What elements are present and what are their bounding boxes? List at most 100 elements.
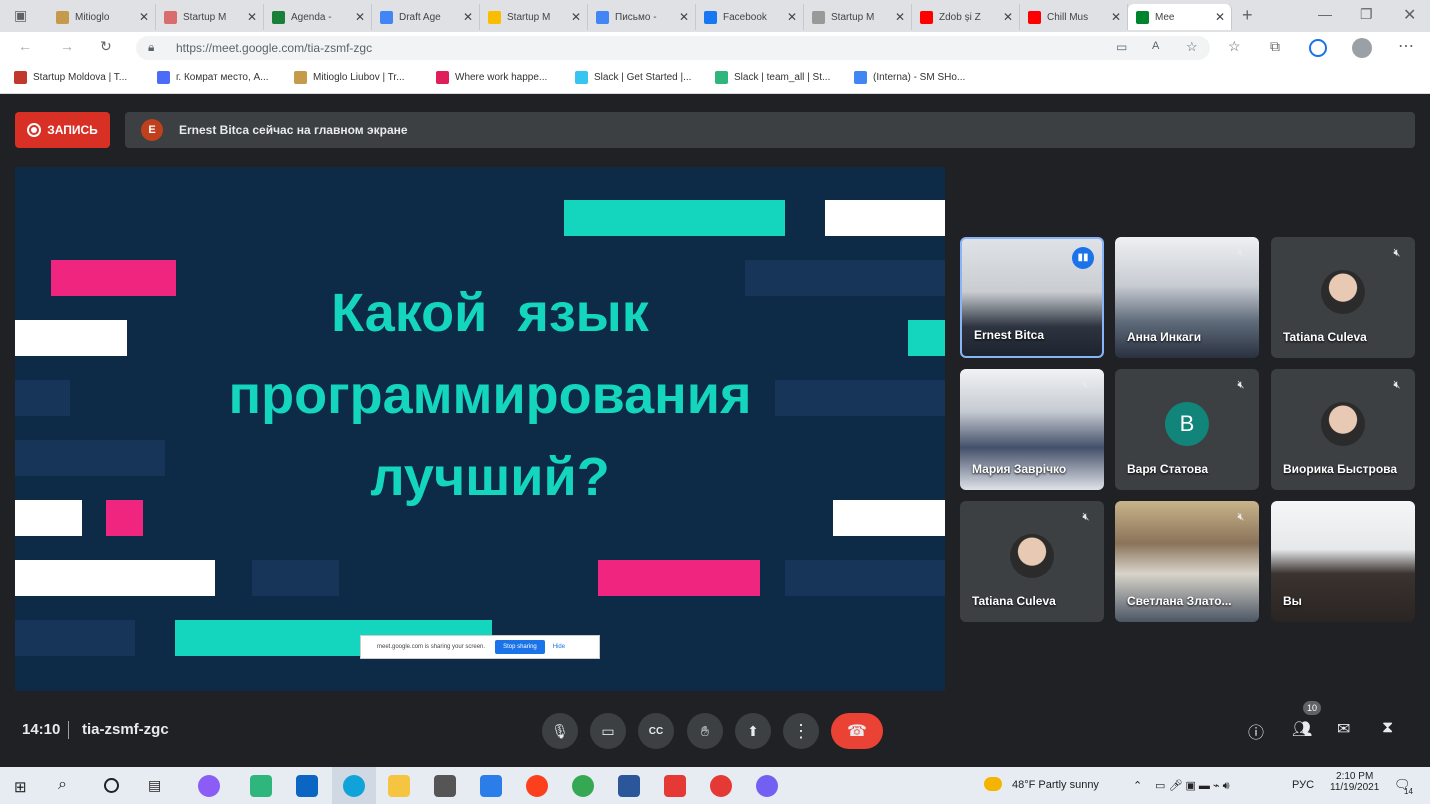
hide-button[interactable]: Hide xyxy=(553,644,565,650)
favorites-icon[interactable]: ☆ xyxy=(1228,38,1241,55)
tab-close-icon[interactable]: ✕ xyxy=(1003,10,1013,24)
tab-close-icon[interactable]: ✕ xyxy=(1111,10,1121,24)
browser-tab[interactable]: Startup M ✕ xyxy=(480,4,588,30)
tab-close-icon[interactable]: ✕ xyxy=(463,10,473,24)
bookmark-item[interactable]: Where work happe... xyxy=(436,71,547,84)
back-icon[interactable]: ← xyxy=(18,38,32,54)
participant-tile[interactable]: 🔇︎ Виорика Быстрова xyxy=(1271,369,1415,490)
collections-icon[interactable]: ⧉ xyxy=(1270,38,1280,55)
browser-tab[interactable]: Письмо - ✕ xyxy=(588,4,696,30)
chat-icon[interactable]: ✉︎ xyxy=(1337,719,1350,739)
yandex-icon[interactable] xyxy=(710,775,732,797)
meeting-details-icon[interactable]: ⓘ xyxy=(1248,719,1264,743)
task-view-icon[interactable]: ▤ xyxy=(148,777,161,794)
bookmark-item[interactable]: г. Комрат место, А... xyxy=(157,71,269,84)
tab-close-icon[interactable]: ✕ xyxy=(139,10,149,24)
browser-tab[interactable]: Mitioglo ✕ xyxy=(48,4,156,30)
reload-icon[interactable]: ↻ xyxy=(100,38,112,55)
windows-start-icon[interactable]: ⊞ xyxy=(14,778,27,796)
viber-icon[interactable] xyxy=(756,775,778,797)
present-button[interactable]: ⬆ xyxy=(735,713,771,749)
more-menu-icon[interactable]: ⋯ xyxy=(1398,36,1414,56)
participant-tile[interactable]: ▮▮ Ernest Bitca xyxy=(960,237,1104,358)
participant-tile[interactable]: B 🔇︎ Варя Статова xyxy=(1115,369,1259,490)
anydesk-icon[interactable] xyxy=(664,775,686,797)
edge-taskbar-icon[interactable] xyxy=(343,775,365,797)
browser-tab[interactable]: Mee ✕ xyxy=(1128,4,1232,30)
tray-icons[interactable]: ▭ 🎤︎ ▣ ▬ ⌁ 🔊︎ xyxy=(1155,779,1230,793)
tab-close-icon[interactable]: ✕ xyxy=(571,10,581,24)
activities-icon[interactable]: ⧗ xyxy=(1382,719,1393,737)
participant-avatar xyxy=(1321,401,1365,446)
yandex-browser-icon[interactable] xyxy=(526,775,548,797)
bookmark-label: Where work happe... xyxy=(455,72,548,83)
windows-taskbar: ⊞ ⌕ ▤ 48°F Partly sunny ⌃ ▭ 🎤︎ ▣ ▬ ⌁ 🔊︎ … xyxy=(0,767,1430,804)
tab-close-icon[interactable]: ✕ xyxy=(355,10,365,24)
close-window-icon[interactable]: ✕ xyxy=(1403,5,1416,25)
microphone-button[interactable]: 🎙︎ xyxy=(542,713,578,749)
tab-close-icon[interactable]: ✕ xyxy=(247,10,257,24)
tab-close-icon[interactable]: ✕ xyxy=(787,10,797,24)
bookmark-label: Mitioglo Liubov | Tr... xyxy=(313,72,405,83)
record-button[interactable]: ЗАПИСЬ xyxy=(15,112,110,148)
stop-sharing-button[interactable]: Stop sharing xyxy=(495,640,545,654)
tray-overflow-icon[interactable]: ⌃ xyxy=(1133,779,1142,792)
tab-close-icon[interactable]: ✕ xyxy=(679,10,689,24)
minimize-icon[interactable]: — xyxy=(1318,6,1332,22)
camera-button[interactable]: ▭ xyxy=(590,713,626,749)
presenter-notice-text: Ernest Bitca сейчас на главном экране xyxy=(179,123,408,137)
cortana-icon[interactable] xyxy=(104,778,119,793)
participant-tile[interactable]: 🔇︎ Tatiana Culeva xyxy=(960,501,1104,622)
participant-tile[interactable]: 🔇︎ Светлана Злато... xyxy=(1115,501,1259,622)
tab-close-icon[interactable]: ✕ xyxy=(1215,10,1225,24)
extension-icon[interactable] xyxy=(1309,39,1327,57)
browser-tab[interactable]: Agenda - ✕ xyxy=(264,4,372,30)
language-indicator[interactable]: РУС xyxy=(1292,779,1314,791)
more-options-button[interactable]: ⋮ xyxy=(783,713,819,749)
outlook-taskbar-icon[interactable] xyxy=(296,775,318,797)
tab-close-icon[interactable]: ✕ xyxy=(895,10,905,24)
leave-call-button[interactable]: ☎︎ xyxy=(831,713,883,749)
camera-icon[interactable]: ▭ xyxy=(1116,40,1127,54)
participant-tile[interactable]: Вы xyxy=(1271,501,1415,622)
bookmark-item[interactable]: Slack | Get Started |... xyxy=(575,71,691,84)
clock[interactable]: 2:10 PM 11/19/2021 xyxy=(1330,771,1379,793)
bookmark-item[interactable]: Slack | team_all | St... xyxy=(715,71,830,84)
favorite-icon[interactable]: ☆ xyxy=(1186,39,1198,55)
browser-tab[interactable]: Startup M ✕ xyxy=(156,4,264,30)
browser-tab[interactable]: Zdob și Z ✕ xyxy=(912,4,1020,30)
chrome-icon[interactable] xyxy=(572,775,594,797)
bookmark-item[interactable]: (Interna) - SM SHo... xyxy=(854,71,965,84)
tab-actions-icon[interactable]: ▣ xyxy=(14,7,27,24)
participant-tile[interactable]: 🔇︎ Анна Инкаги xyxy=(1115,237,1259,358)
bookmark-item[interactable]: Mitioglo Liubov | Tr... xyxy=(294,71,405,84)
file-explorer-icon[interactable] xyxy=(388,775,410,797)
bookmark-item[interactable]: Startup Moldova | T... xyxy=(14,71,127,84)
app-icon[interactable] xyxy=(198,775,220,797)
mail-icon[interactable] xyxy=(480,775,502,797)
raise-hand-button[interactable]: ✋︎ xyxy=(687,713,723,749)
url-field[interactable]: 🔒︎ https://meet.google.com/tia-zsmf-zgc … xyxy=(136,36,1210,60)
profile-avatar[interactable] xyxy=(1352,38,1372,58)
mic-off-icon: 🔇︎ xyxy=(1082,511,1090,523)
participant-tile[interactable]: 🔇︎ Tatiana Culeva xyxy=(1271,237,1415,358)
browser-tab[interactable]: Startup M ✕ xyxy=(804,4,912,30)
word-icon[interactable] xyxy=(618,775,640,797)
forward-icon[interactable]: → xyxy=(60,38,74,54)
bookmark-favicon-icon xyxy=(715,71,728,84)
captions-button[interactable]: CC xyxy=(638,713,674,749)
weather-text[interactable]: 48°F Partly sunny xyxy=(1012,779,1099,791)
browser-tab[interactable]: Draft Age ✕ xyxy=(372,4,480,30)
tab-label: Mee xyxy=(1155,11,1175,23)
people-icon[interactable]: 👥︎ xyxy=(1292,719,1312,739)
maximize-icon[interactable]: ❐ xyxy=(1360,6,1373,23)
store-icon[interactable] xyxy=(434,775,456,797)
participant-tile[interactable]: 🔇︎ Мария Заврічко xyxy=(960,369,1104,490)
search-icon[interactable]: ⌕ xyxy=(58,776,67,794)
browser-tab[interactable]: Facebook ✕ xyxy=(696,4,804,30)
browser-tab[interactable]: Chill Mus ✕ xyxy=(1020,4,1128,30)
present-icon: ⬆ xyxy=(747,722,759,739)
new-tab-icon[interactable]: + xyxy=(1242,5,1253,26)
read-aloud-icon[interactable]: A xyxy=(1152,40,1159,52)
slack-taskbar-icon[interactable] xyxy=(250,775,272,797)
